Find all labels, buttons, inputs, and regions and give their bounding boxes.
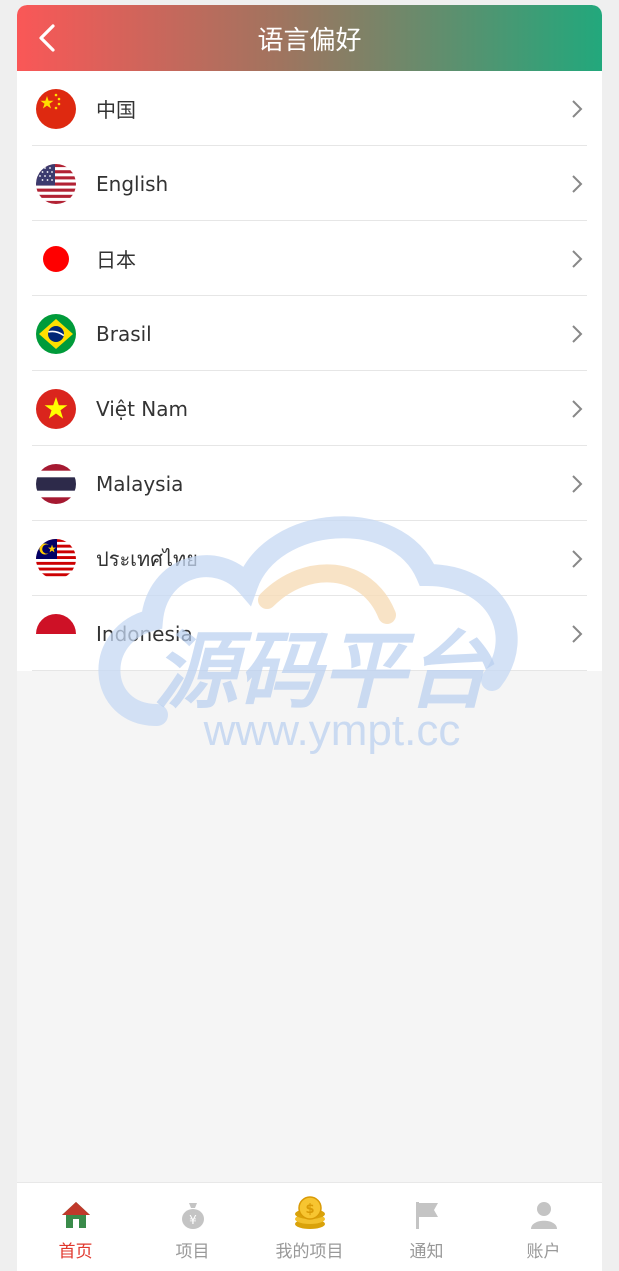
language-item-thai[interactable]: ประเทศไทย xyxy=(17,521,602,596)
chevron-right-icon xyxy=(572,549,583,568)
usa-flag-icon xyxy=(36,163,76,204)
china-flag-icon xyxy=(36,88,76,129)
tab-label: 我的项目 xyxy=(275,1242,344,1262)
brazil-flag-icon xyxy=(36,313,76,354)
language-label: Indonesia xyxy=(96,621,193,646)
tab-notifications[interactable]: 通知 xyxy=(368,1183,485,1271)
language-item-malaysia[interactable]: Malaysia xyxy=(17,446,602,521)
home-icon xyxy=(61,1202,90,1228)
language-item-brazil[interactable]: Brasil xyxy=(17,296,602,371)
chevron-right-icon xyxy=(572,624,583,643)
tab-my-projects[interactable]: $ 我的项目 xyxy=(251,1183,368,1271)
tab-label: 账户 xyxy=(526,1242,561,1262)
chevron-right-icon xyxy=(572,99,583,118)
language-label: Việt Nam xyxy=(96,396,189,421)
language-list: 中国 English 日本 Brasil Việt Nam Malaysia ป… xyxy=(17,71,602,671)
chevron-right-icon xyxy=(572,174,583,193)
user-icon xyxy=(530,1202,557,1229)
thailand-flag-icon xyxy=(36,463,76,504)
tab-label: 项目 xyxy=(175,1242,210,1262)
chevron-right-icon xyxy=(572,474,583,493)
back-button[interactable] xyxy=(31,22,63,54)
language-label: ประเทศไทย xyxy=(96,546,198,571)
watermark-url: www.ympt.cc xyxy=(203,706,461,755)
chevron-right-icon xyxy=(572,399,583,418)
page-title: 语言偏好 xyxy=(257,25,362,56)
chevron-left-icon xyxy=(39,24,55,52)
language-item-indonesia[interactable]: Indonesia xyxy=(17,596,602,671)
language-label: English xyxy=(96,171,169,196)
app-frame: 语言偏好 中国 English 日本 Brasil Việt Nam Malay… xyxy=(17,5,602,1271)
language-item-china[interactable]: 中国 xyxy=(17,71,602,146)
chevron-right-icon xyxy=(572,249,583,268)
chevron-right-icon xyxy=(572,324,583,343)
flag-icon xyxy=(415,1202,438,1229)
tab-label: 首页 xyxy=(58,1242,93,1262)
money-bag-icon: ¥ xyxy=(181,1203,204,1229)
tab-account[interactable]: 账户 xyxy=(485,1183,602,1271)
language-label: Brasil xyxy=(96,321,152,346)
tab-home[interactable]: 首页 xyxy=(17,1183,134,1271)
tab-label: 通知 xyxy=(409,1242,444,1262)
tab-projects[interactable]: ¥ 项目 xyxy=(134,1183,251,1271)
header-bar: 语言偏好 xyxy=(17,5,602,71)
malaysia-flag-icon xyxy=(36,538,76,579)
vietnam-flag-icon xyxy=(36,388,76,429)
language-item-english[interactable]: English xyxy=(17,146,602,221)
coins-icon: $ xyxy=(294,1196,325,1229)
japan-flag-icon xyxy=(36,238,76,279)
language-item-vietnam[interactable]: Việt Nam xyxy=(17,371,602,446)
language-label: Malaysia xyxy=(96,471,184,496)
bottom-tab-bar: 首页 ¥ 项目 $ 我的项目 通知 账户 xyxy=(17,1182,602,1271)
svg-text:$: $ xyxy=(305,1202,314,1217)
language-label: 日本 xyxy=(96,248,136,272)
language-item-japan[interactable]: 日本 xyxy=(17,221,602,296)
svg-text:¥: ¥ xyxy=(189,1213,197,1227)
language-label: 中国 xyxy=(96,98,136,122)
indonesia-flag-icon xyxy=(36,613,76,654)
